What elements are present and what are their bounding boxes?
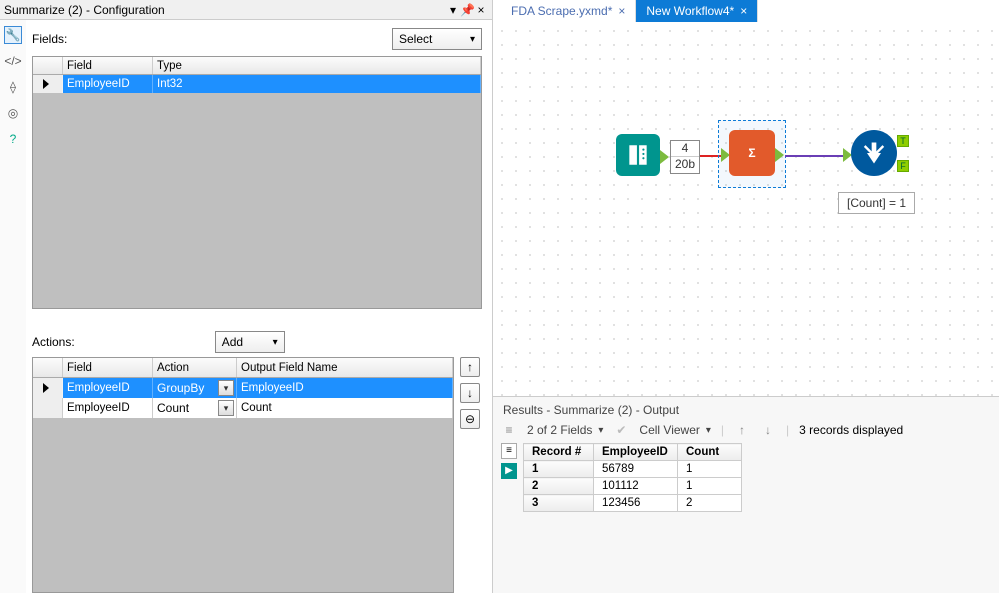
sort-desc-icon[interactable]: ↓ bbox=[760, 423, 776, 437]
col-count[interactable]: Count bbox=[678, 444, 742, 461]
output-anchor-icon[interactable] bbox=[775, 148, 784, 162]
remove-button[interactable]: ⊖ bbox=[460, 409, 480, 429]
table-row[interactable]: 3 123456 2 bbox=[524, 495, 742, 512]
results-toolbar: ≡ 2 of 2 Fields ✔ Cell Viewer | ↑ ↓ | 3 … bbox=[493, 421, 999, 443]
move-up-button[interactable]: ↑ bbox=[460, 357, 480, 377]
records-label: 3 records displayed bbox=[799, 423, 903, 437]
check-icon[interactable]: ✔ bbox=[613, 423, 629, 437]
sigma-icon: Σ bbox=[748, 146, 755, 160]
actions-row-action[interactable]: GroupBy▾ bbox=[153, 378, 237, 398]
cell-count: 2 bbox=[678, 495, 742, 512]
actions-grid-header: Field Action Output Field Name bbox=[33, 358, 453, 378]
add-dropdown[interactable]: Add bbox=[215, 331, 285, 353]
help-icon[interactable]: ? bbox=[4, 130, 22, 148]
col-field[interactable]: Field bbox=[63, 57, 153, 74]
tab-new-workflow[interactable]: New Workflow4* × bbox=[636, 0, 758, 22]
actions-row-action[interactable]: Count▾ bbox=[153, 398, 237, 418]
actions-row[interactable]: EmployeeID Count▾ Count bbox=[33, 398, 453, 418]
split-icon bbox=[860, 139, 888, 167]
fields-row-field: EmployeeID bbox=[63, 75, 153, 93]
col-field[interactable]: Field bbox=[63, 358, 153, 377]
results-panel: Results - Summarize (2) - Output ≡ 2 of … bbox=[493, 396, 999, 593]
config-icon-strip: 🔧 </> ⟠ ◎ ? bbox=[0, 20, 26, 593]
book-icon bbox=[625, 142, 651, 168]
menu-icon[interactable]: ≡ bbox=[501, 423, 517, 437]
link-icon[interactable]: ⟠ bbox=[4, 78, 22, 96]
results-table[interactable]: Record # EmployeeID Count 1 56789 1 2 bbox=[523, 443, 742, 512]
table-header-row: Record # EmployeeID Count bbox=[524, 444, 742, 461]
add-dropdown-label: Add bbox=[222, 335, 243, 349]
output-anchor-icon[interactable] bbox=[660, 150, 669, 164]
connector[interactable] bbox=[785, 155, 843, 157]
actions-reorder-buttons: ↑ ↓ ⊖ bbox=[460, 357, 482, 593]
col-action[interactable]: Action bbox=[153, 358, 237, 377]
actions-row-output[interactable]: EmployeeID bbox=[237, 378, 453, 398]
workflow-tabs: FDA Scrape.yxmd* × New Workflow4* × bbox=[493, 0, 999, 22]
cell-employeeid: 56789 bbox=[594, 461, 678, 478]
actions-row-output[interactable]: Count bbox=[237, 398, 453, 418]
actions-row-field: EmployeeID bbox=[63, 378, 153, 398]
cell-record: 2 bbox=[524, 478, 594, 495]
tab-label: New Workflow4* bbox=[646, 4, 734, 18]
col-output[interactable]: Output Field Name bbox=[237, 358, 453, 377]
cell-viewer-dropdown[interactable]: Cell Viewer bbox=[639, 423, 711, 437]
fields-dropdown[interactable]: 2 of 2 Fields bbox=[527, 423, 603, 437]
true-anchor[interactable]: T bbox=[897, 135, 909, 147]
badge-rows: 4 bbox=[671, 141, 699, 157]
fields-label: Fields: bbox=[32, 32, 67, 46]
badge-size: 20b bbox=[675, 157, 695, 171]
cell-employeeid: 101112 bbox=[594, 478, 678, 495]
wrench-icon[interactable]: 🔧 bbox=[4, 26, 22, 44]
fields-row-type: Int32 bbox=[153, 75, 481, 93]
workflow-canvas[interactable]: 4 20b Σ T F [Count] = 1 bbox=[493, 22, 999, 396]
pin-icon[interactable]: 📌 bbox=[460, 3, 474, 17]
close-icon[interactable]: × bbox=[618, 4, 625, 18]
col-type[interactable]: Type bbox=[153, 57, 481, 74]
tab-label: FDA Scrape.yxmd* bbox=[511, 4, 612, 18]
actions-row-field: EmployeeID bbox=[63, 398, 153, 418]
cell-employeeid: 123456 bbox=[594, 495, 678, 512]
summarize-tool-node[interactable]: Σ bbox=[729, 130, 775, 176]
data-badge: 4 20b bbox=[670, 140, 700, 174]
close-icon[interactable]: × bbox=[474, 3, 488, 17]
actions-label: Actions: bbox=[32, 335, 75, 349]
close-icon[interactable]: × bbox=[740, 4, 747, 18]
dropdown-icon[interactable]: ▾ bbox=[446, 3, 460, 17]
results-title: Results - Summarize (2) - Output bbox=[493, 397, 999, 421]
table-row[interactable]: 1 56789 1 bbox=[524, 461, 742, 478]
false-anchor[interactable]: F bbox=[897, 160, 909, 172]
fields-row[interactable]: EmployeeID Int32 bbox=[33, 75, 481, 93]
col-record[interactable]: Record # bbox=[524, 444, 594, 461]
row-marker-icon bbox=[43, 383, 49, 393]
actions-grid[interactable]: Field Action Output Field Name EmployeeI… bbox=[32, 357, 454, 593]
row-marker-icon bbox=[43, 79, 49, 89]
cell-count: 1 bbox=[678, 478, 742, 495]
select-dropdown-label: Select bbox=[399, 32, 432, 46]
chevron-down-icon[interactable]: ▾ bbox=[218, 400, 234, 416]
target-icon[interactable]: ◎ bbox=[4, 104, 22, 122]
actions-row[interactable]: EmployeeID GroupBy▾ EmployeeID bbox=[33, 378, 453, 398]
fields-grid-header: Field Type bbox=[33, 57, 481, 75]
tab-fda-scrape[interactable]: FDA Scrape.yxmd* × bbox=[501, 0, 636, 22]
xml-icon[interactable]: </> bbox=[4, 52, 22, 70]
sort-asc-icon[interactable]: ↑ bbox=[734, 423, 750, 437]
configuration-panel: Summarize (2) - Configuration ▾ 📌 × 🔧 </… bbox=[0, 0, 493, 593]
config-title: Summarize (2) - Configuration bbox=[4, 3, 446, 17]
fields-grid[interactable]: Field Type EmployeeID Int32 bbox=[32, 56, 482, 309]
move-down-button[interactable]: ↓ bbox=[460, 383, 480, 403]
config-header: Summarize (2) - Configuration ▾ 📌 × bbox=[0, 0, 492, 20]
table-row[interactable]: 2 101112 1 bbox=[524, 478, 742, 495]
col-employeeid[interactable]: EmployeeID bbox=[594, 444, 678, 461]
cell-record: 1 bbox=[524, 461, 594, 478]
select-dropdown[interactable]: Select bbox=[392, 28, 482, 50]
metadata-button[interactable]: ≡ bbox=[501, 443, 517, 459]
cell-record: 3 bbox=[524, 495, 594, 512]
chevron-down-icon[interactable]: ▾ bbox=[218, 380, 234, 396]
tool-annotation[interactable]: [Count] = 1 bbox=[838, 192, 915, 214]
filter-tool-node[interactable] bbox=[851, 130, 897, 176]
cell-count: 1 bbox=[678, 461, 742, 478]
data-button[interactable]: ▶ bbox=[501, 463, 517, 479]
input-tool-node[interactable] bbox=[616, 134, 660, 176]
results-side-buttons: ≡ ▶ bbox=[501, 443, 519, 512]
